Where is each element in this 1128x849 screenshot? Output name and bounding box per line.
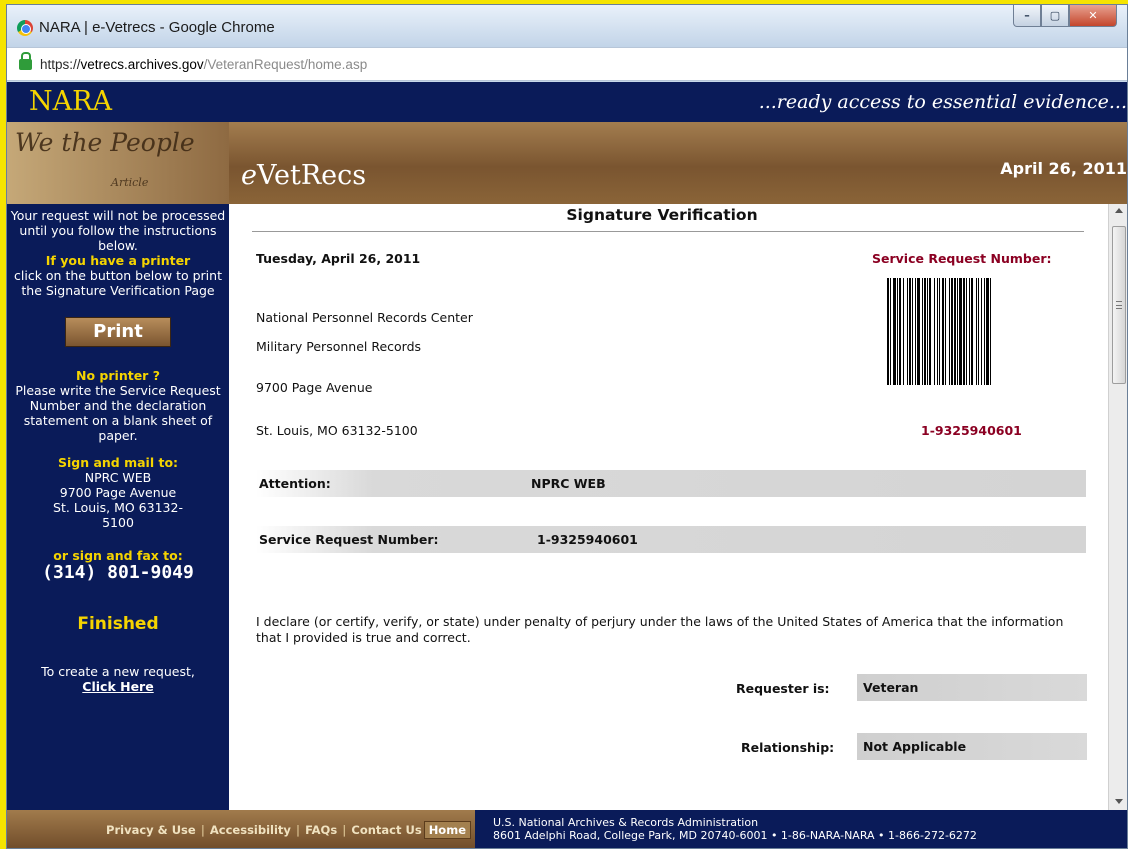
scroll-up-arrow-icon[interactable] [1115, 208, 1123, 213]
relationship-label: Relationship: [741, 740, 835, 755]
footer-nav: Privacy & Use | Accessibility | FAQs | C… [7, 810, 475, 848]
app-logo-prefix: e [241, 160, 257, 191]
footer-link-contact[interactable]: Contact Us [351, 823, 421, 837]
requester-box: Veteran [857, 674, 1087, 701]
footer-link-faqs[interactable]: FAQs [305, 823, 337, 837]
page-title: Signature Verification [566, 206, 758, 224]
lock-icon [19, 52, 32, 70]
declaration-statement: I declare (or certify, verify, or state)… [256, 614, 1064, 645]
close-button[interactable]: ✕ [1069, 5, 1117, 27]
we-the-people-script: We the People [15, 128, 195, 157]
maximize-button[interactable]: ▢ [1041, 5, 1069, 27]
address-bar[interactable]: https://vetrecs.archives.gov/VeteranRequ… [7, 47, 1127, 81]
address-line-2: Military Personnel Records [256, 339, 422, 354]
attention-row: Attention: NPRC WEB [256, 470, 1086, 497]
footer-separator: | [200, 823, 205, 837]
srn-label-top: Service Request Number: [872, 251, 1052, 266]
footer-org-address: 8601 Adelphi Road, College Park, MD 2074… [493, 829, 977, 842]
sign-fax-heading: or sign and fax to: [53, 548, 183, 563]
letter-date: Tuesday, April 26, 2011 [256, 251, 421, 266]
browser-window: NARA | e-Vetrecs - Google Chrome – ▢ ✕ h… [6, 4, 1128, 849]
fax-number: (314) 801-9049 [42, 562, 194, 583]
printer-text: click on the button below to print the S… [14, 268, 222, 298]
app-logo-rest: VetRecs [256, 160, 367, 191]
mail-name: NPRC WEB [84, 470, 152, 485]
print-button[interactable]: Print [65, 317, 171, 347]
requester-label: Requester is: [736, 681, 830, 696]
footer-org-info: U.S. National Archives & Records Adminis… [493, 816, 977, 842]
url-scheme: https:// [40, 57, 81, 72]
we-the-people-sub: Article [111, 176, 149, 189]
srn-value: 1-9325940601 [537, 532, 638, 547]
printer-heading: If you have a printer [45, 253, 191, 268]
srn-row: Service Request Number: 1-9325940601 [256, 526, 1086, 553]
instructions-sidebar: Your request will not be processed until… [7, 204, 229, 810]
footer-separator: | [342, 823, 347, 837]
finished-label: Finished [77, 614, 159, 634]
barcode-image [887, 278, 1057, 385]
scroll-grip-icon [1116, 301, 1122, 309]
chrome-logo-icon [17, 20, 33, 36]
mail-city: St. Louis, MO 63132-5100 [53, 500, 183, 530]
url-path: /VeteranRequest/home.asp [203, 57, 368, 72]
relationship-value: Not Applicable [863, 739, 967, 754]
signature-verification-page: Signature Verification Tuesday, April 26… [232, 204, 1108, 810]
constitution-image: We the People Article [7, 122, 229, 204]
address-line-3: 9700 Page Avenue [256, 380, 373, 395]
banner-date: April 26, 2011 [1000, 159, 1127, 178]
app-logo: eVetRecs [241, 160, 366, 191]
click-here-link[interactable]: Click Here [7, 679, 229, 694]
site-footer: Privacy & Use | Accessibility | FAQs | C… [7, 810, 1127, 848]
window-title: NARA | e-Vetrecs - Google Chrome [39, 19, 275, 36]
nara-logo[interactable]: NARA [29, 86, 112, 117]
scroll-down-arrow-icon[interactable] [1115, 799, 1123, 804]
sidebar-intro: Your request will not be processed until… [10, 208, 226, 253]
srn-label: Service Request Number: [259, 532, 439, 547]
tagline: ...ready access to essential evidence... [758, 91, 1127, 113]
relationship-box: Not Applicable [857, 733, 1087, 760]
footer-link-privacy[interactable]: Privacy & Use [106, 823, 196, 837]
footer-org-name: U.S. National Archives & Records Adminis… [493, 816, 759, 829]
address-line-4: St. Louis, MO 63132-5100 [256, 423, 418, 438]
mail-street: 9700 Page Avenue [59, 485, 177, 500]
address-line-1: National Personnel Records Center [256, 310, 473, 325]
requester-value: Veteran [863, 680, 919, 695]
title-bar[interactable]: NARA | e-Vetrecs - Google Chrome – ▢ ✕ [7, 5, 1127, 47]
footer-link-home[interactable]: Home [423, 821, 471, 839]
url-text[interactable]: https://vetrecs.archives.gov/VeteranRequ… [40, 57, 367, 72]
brand-banner: We the People Article eVetRecs April 26,… [7, 122, 1127, 204]
attention-value: NPRC WEB [531, 476, 606, 491]
new-request-text: To create a new request, [41, 664, 195, 679]
sign-mail-heading: Sign and mail to: [57, 455, 179, 470]
no-printer-heading: No printer ? [76, 368, 160, 383]
scroll-thumb[interactable] [1112, 226, 1126, 384]
minimize-button[interactable]: – [1013, 5, 1041, 27]
vertical-scrollbar[interactable] [1108, 204, 1127, 810]
footer-link-accessibility[interactable]: Accessibility [210, 823, 291, 837]
no-printer-text: Please write the Service Request Number … [15, 383, 221, 443]
attention-label: Attention: [259, 476, 331, 491]
page-viewport: NARA ...ready access to essential eviden… [7, 82, 1127, 848]
window-controls: – ▢ ✕ [1013, 5, 1117, 27]
srn-value-top: 1-9325940601 [921, 423, 1022, 438]
url-host: vetrecs.archives.gov [80, 57, 204, 72]
nara-header: NARA ...ready access to essential eviden… [7, 82, 1127, 122]
title-divider [252, 231, 1084, 232]
footer-separator: | [295, 823, 301, 837]
